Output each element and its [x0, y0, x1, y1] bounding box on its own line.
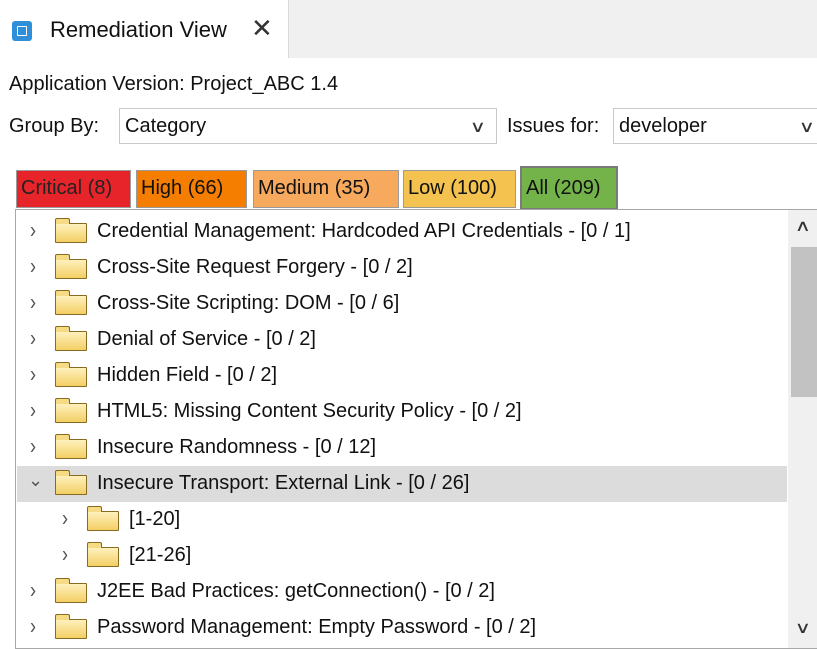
tree-item[interactable]: › Cross-Site Request Forgery - [0 / 2] — [17, 250, 787, 286]
scroll-up-icon[interactable]: ∧ — [795, 216, 811, 236]
chevron-down-icon[interactable]: ⌄ — [28, 470, 43, 491]
folder-icon — [55, 398, 87, 423]
tree-item-label: Credential Management: Hardcoded API Cre… — [97, 220, 631, 242]
chevron-right-icon[interactable]: › — [30, 217, 36, 244]
folder-icon — [55, 362, 87, 387]
view-tab-title: Remediation View — [50, 17, 227, 42]
chevron-down-icon: ∨ — [469, 119, 487, 136]
issue-tree[interactable]: › Credential Management: Hardcoded API C… — [15, 209, 817, 649]
folder-icon — [55, 470, 87, 495]
group-by-label: Group By: — [9, 115, 100, 137]
issues-for-value: developer — [619, 115, 707, 137]
tree-item[interactable]: › Cross-Site Scripting: DOM - [0 / 6] — [17, 286, 787, 322]
folder-icon — [55, 218, 87, 243]
close-icon[interactable]: ✕ — [251, 15, 273, 41]
tree-item[interactable]: › HTML5: Missing Content Security Policy… — [17, 394, 787, 430]
tree-item-label: Insecure Randomness - [0 / 12] — [97, 436, 377, 458]
group-by-select[interactable]: Category ∨ — [119, 108, 497, 144]
tree-item-label: [21-26] — [129, 544, 192, 566]
tree-item-label: Password Management: Empty Password - [0… — [97, 616, 537, 638]
chevron-right-icon[interactable]: › — [30, 433, 36, 460]
tab-medium[interactable]: Medium (35) — [253, 170, 399, 208]
folder-icon — [87, 542, 119, 567]
chevron-right-icon[interactable]: › — [30, 613, 36, 640]
chevron-right-icon[interactable]: › — [30, 361, 36, 388]
chevron-right-icon[interactable]: › — [30, 577, 36, 604]
tree-item[interactable]: › Password Management: Empty Password - … — [17, 610, 787, 646]
group-by-value: Category — [125, 115, 207, 137]
scrollbar-thumb[interactable] — [791, 247, 817, 397]
tab-critical[interactable]: Critical (8) — [16, 170, 131, 208]
scroll-down-icon[interactable]: ∨ — [795, 618, 811, 638]
tree-child-item[interactable]: › [21-26] — [17, 538, 787, 574]
folder-icon — [87, 506, 119, 531]
tree-item[interactable]: › Credential Management: Hardcoded API C… — [17, 214, 787, 250]
issues-for-select[interactable]: developer ∨ — [613, 108, 817, 144]
folder-icon — [55, 326, 87, 351]
chevron-down-icon: ∨ — [798, 119, 816, 136]
chevron-right-icon[interactable]: › — [30, 253, 36, 280]
tab-low[interactable]: Low (100) — [403, 170, 516, 208]
tree-item[interactable]: › Insecure Randomness - [0 / 12] — [17, 430, 787, 466]
application-version: Application Version: Project_ABC 1.4 — [9, 73, 339, 95]
tree-item-label: Cross-Site Request Forgery - [0 / 2] — [97, 256, 413, 278]
view-icon — [12, 21, 32, 41]
folder-icon — [55, 254, 87, 279]
chevron-right-icon[interactable]: › — [30, 325, 36, 352]
tab-high[interactable]: High (66) — [136, 170, 247, 208]
folder-icon — [55, 434, 87, 459]
tree-item-label: Denial of Service - [0 / 2] — [97, 328, 316, 350]
tree-item-label: Hidden Field - [0 / 2] — [97, 364, 278, 386]
tree-item[interactable]: › Denial of Service - [0 / 2] — [17, 322, 787, 358]
tree-item-selected[interactable]: ⌄ Insecure Transport: External Link - [0… — [17, 466, 787, 502]
folder-icon — [55, 578, 87, 603]
tree-item-label: Cross-Site Scripting: DOM - [0 / 6] — [97, 292, 400, 314]
chevron-right-icon[interactable]: › — [30, 289, 36, 316]
tree-item-label: Insecure Transport: External Link - [0 /… — [97, 472, 470, 494]
remediation-view-tab[interactable]: Remediation View ✕ — [0, 0, 289, 58]
chevron-right-icon[interactable]: › — [62, 505, 68, 532]
tree-child-item[interactable]: › [1-20] — [17, 502, 787, 538]
tree-item[interactable]: › J2EE Bad Practices: getConnection() - … — [17, 574, 787, 610]
tree-item-label: [1-20] — [129, 508, 181, 530]
tab-all[interactable]: All (209) — [520, 166, 618, 210]
folder-icon — [55, 290, 87, 315]
folder-icon — [55, 614, 87, 639]
view-tab-bar: Remediation View ✕ — [0, 0, 817, 58]
tree-item-label: HTML5: Missing Content Security Policy -… — [97, 400, 522, 422]
tree-item-label: J2EE Bad Practices: getConnection() - [0… — [97, 580, 495, 602]
chevron-right-icon[interactable]: › — [62, 541, 68, 568]
tree-item[interactable]: › Hidden Field - [0 / 2] — [17, 358, 787, 394]
issues-for-label: Issues for: — [507, 115, 600, 137]
chevron-right-icon[interactable]: › — [30, 397, 36, 424]
vertical-scrollbar[interactable]: ∧ ∨ — [788, 210, 817, 648]
